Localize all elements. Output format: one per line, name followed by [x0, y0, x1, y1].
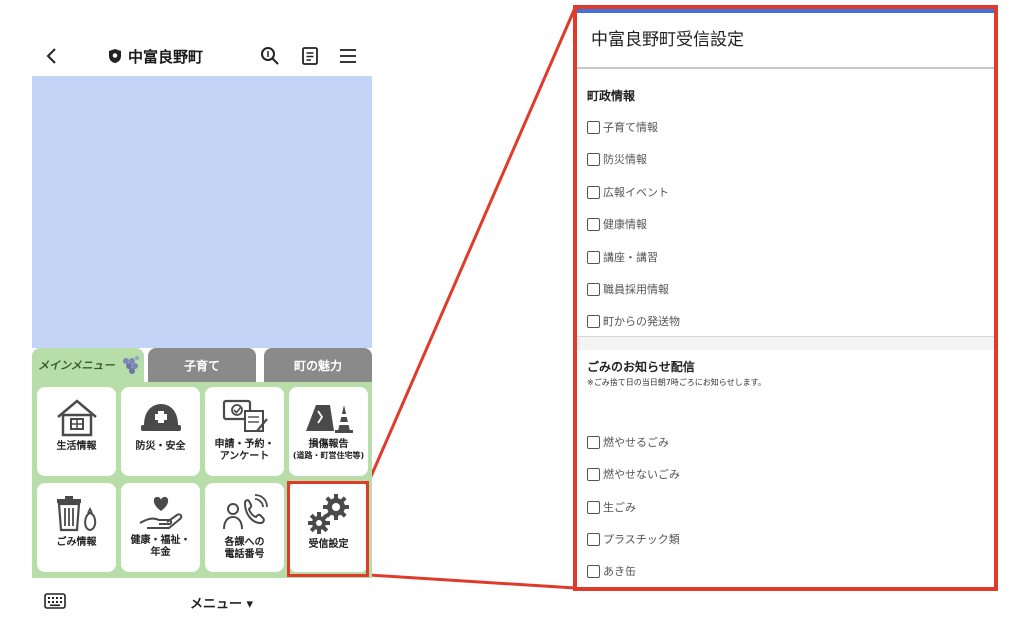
- keyboard-icon[interactable]: [44, 592, 66, 610]
- tab-kosodate[interactable]: 子育て: [148, 348, 256, 382]
- checkbox-option[interactable]: 防災情報: [587, 151, 647, 167]
- menu-item-sublabel: (道路・町営住宅等): [292, 451, 365, 460]
- tab-label: 町の魅力: [293, 358, 342, 373]
- divider: [577, 67, 994, 69]
- checkbox-label: プラスチック類: [603, 533, 680, 546]
- checkbox-label: 広報イベント: [603, 186, 669, 199]
- menu-item-disaster[interactable]: 防災・安全: [121, 387, 200, 476]
- checkbox-label: 燃やせないごみ: [603, 468, 680, 481]
- heart-hand-icon: [139, 496, 182, 529]
- checkbox[interactable]: [587, 152, 600, 166]
- checkbox[interactable]: [587, 250, 600, 264]
- panel-top-accent: [577, 9, 994, 13]
- tab-label: メインメニュー: [38, 359, 115, 372]
- checkbox-option[interactable]: 職員採用情報: [587, 281, 669, 297]
- section-title-garbage: ごみのお知らせ配信: [587, 360, 695, 374]
- menu-item-health-welfare[interactable]: 健康・福祉・ 年金: [121, 483, 200, 572]
- highlight-box: [287, 481, 369, 577]
- checkbox-label: 燃やせるごみ: [603, 436, 669, 449]
- checkbox[interactable]: [587, 282, 600, 296]
- menu-item-phone-numbers[interactable]: 各課への 電話番号: [205, 483, 284, 572]
- checkbox-label: 防災情報: [603, 153, 647, 166]
- panel-title: 中富良野町受信設定: [591, 30, 744, 50]
- menu-item-application[interactable]: 申請・予約・ アンケート: [205, 387, 284, 476]
- checkbox-option[interactable]: 町からの発送物: [587, 313, 680, 329]
- checkbox-label: 子育て情報: [603, 121, 658, 134]
- menu-icon[interactable]: [338, 46, 358, 66]
- checkbox[interactable]: [587, 217, 600, 231]
- checkbox-label: 町からの発送物: [603, 315, 680, 328]
- menu-item-living[interactable]: 生活情報: [37, 387, 116, 476]
- checkbox[interactable]: [587, 435, 600, 449]
- app-header: 中富良野町: [32, 38, 372, 74]
- form-icon: [222, 399, 268, 432]
- menu-toggle[interactable]: メニュー ▾: [190, 593, 253, 612]
- grape-icon: [122, 356, 139, 374]
- back-icon[interactable]: [42, 46, 62, 66]
- menu-item-label: 損傷報告: [308, 439, 349, 450]
- tab-charm[interactable]: 町の魅力: [264, 348, 372, 382]
- receive-settings-panel: 中富良野町受信設定 町政情報 子育て情報 防災情報 広報イベント 健康情報 講座…: [573, 5, 998, 591]
- menu-item-label: 健康・福祉・ 年金: [130, 535, 191, 558]
- section-separator: [577, 336, 994, 350]
- checkbox-option[interactable]: 広報イベント: [587, 184, 669, 200]
- section-note: ※ごみ捨て日の当日朝7時ごろにお知らせします。: [587, 378, 766, 387]
- house-icon: [56, 399, 97, 437]
- checkbox[interactable]: [587, 532, 600, 546]
- checkbox-option[interactable]: 健康情報: [587, 216, 647, 232]
- checkbox-label: あき缶: [603, 565, 636, 578]
- document-icon[interactable]: [300, 46, 320, 66]
- search-icon[interactable]: [260, 46, 280, 66]
- checkbox-option[interactable]: あき缶: [587, 563, 636, 579]
- tab-main-menu[interactable]: メインメニュー: [32, 348, 144, 382]
- checkbox-label: 生ごみ: [603, 501, 636, 514]
- menu-item-label: 各課への 電話番号: [224, 537, 265, 560]
- checkbox[interactable]: [587, 564, 600, 578]
- menu-item-damage-report[interactable]: 損傷報告 (道路・町営住宅等): [289, 387, 368, 476]
- checkbox-label: 講座・講習: [603, 251, 658, 264]
- shield-icon: [109, 49, 121, 63]
- checkbox-option[interactable]: 生ごみ: [587, 499, 636, 515]
- checkbox-option[interactable]: 燃やせないごみ: [587, 466, 680, 482]
- checkbox[interactable]: [587, 185, 600, 199]
- checkbox[interactable]: [587, 120, 600, 134]
- menu-item-label: 防災・安全: [135, 441, 186, 452]
- trash-icon: [56, 496, 96, 532]
- checkbox[interactable]: [587, 314, 600, 328]
- menu-tabs: メインメニュー 子育て 町の魅力: [32, 348, 372, 382]
- menu-item-garbage[interactable]: ごみ情報: [37, 483, 116, 572]
- menu-item-label: ごみ情報: [56, 537, 97, 548]
- bottom-bar: メニュー ▾: [32, 588, 372, 616]
- helmet-icon: [140, 404, 181, 431]
- checkbox-option[interactable]: プラスチック類: [587, 531, 680, 547]
- checkbox-option[interactable]: 子育て情報: [587, 119, 658, 135]
- checkbox-option[interactable]: 講座・講習: [587, 249, 658, 265]
- tab-label: 子育て: [183, 358, 220, 373]
- checkbox[interactable]: [587, 467, 600, 481]
- phone-person-icon: [222, 494, 268, 530]
- section-title-town-info: 町政情報: [587, 89, 636, 103]
- header-title: 中富良野町: [108, 46, 203, 66]
- checkbox[interactable]: [587, 500, 600, 514]
- page-title: 中富良野町: [128, 47, 204, 66]
- menu-item-label: 生活情報: [56, 441, 97, 452]
- menu-item-label: 申請・予約・ アンケート: [214, 439, 275, 462]
- banner-area[interactable]: [32, 76, 372, 348]
- road-damage-icon: [305, 405, 353, 433]
- checkbox-option[interactable]: 燃やせるごみ: [587, 434, 669, 450]
- checkbox-label: 職員採用情報: [603, 283, 669, 296]
- screen: 中富良野町 メインメニュー 子育て 町の魅力 生活情報 防災・安全 申請・予約・…: [0, 0, 1024, 630]
- checkbox-label: 健康情報: [603, 218, 647, 231]
